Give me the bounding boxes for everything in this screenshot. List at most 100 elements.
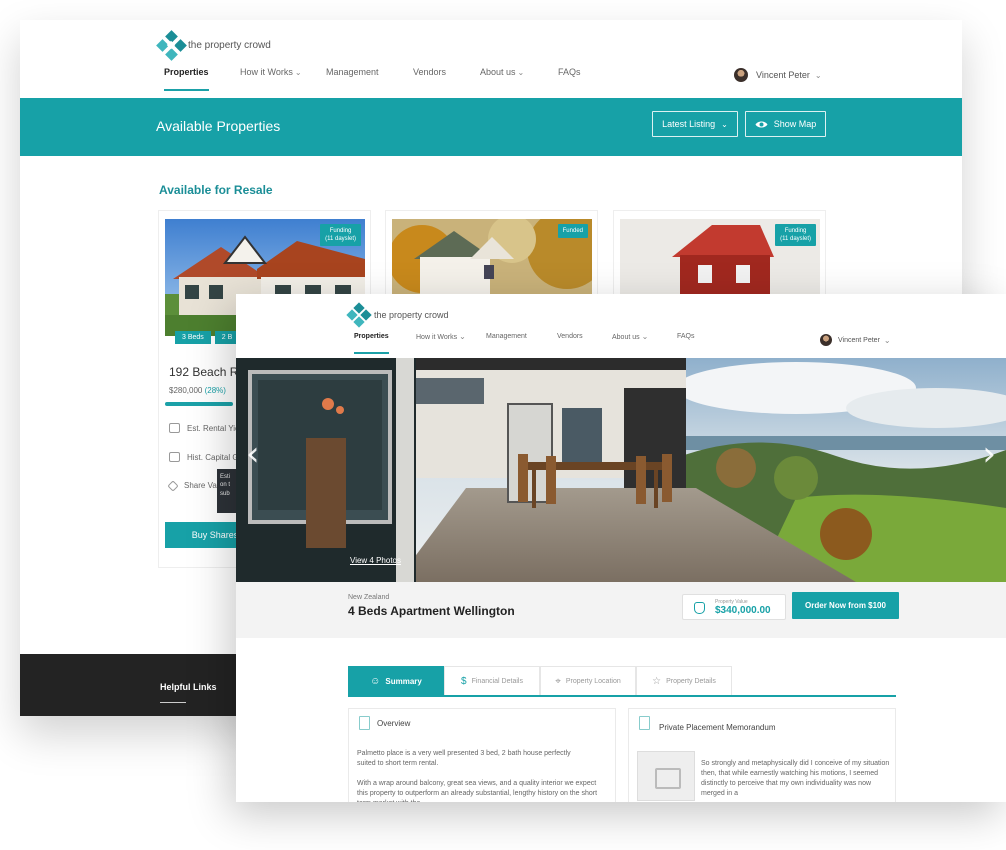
document-icon (639, 716, 650, 730)
chart-icon (169, 423, 180, 433)
brand-name: the property crowd (374, 310, 449, 320)
nav-faqs[interactable]: FAQs (558, 67, 581, 77)
nav-management[interactable]: Management (326, 67, 379, 77)
nav-vendors[interactable]: Vendors (413, 67, 446, 77)
ppm-panel: Private Placement Memorandum So strongly… (628, 708, 896, 802)
overview-paragraph: With a wrap around balcony, great sea vi… (357, 780, 598, 802)
user-name: Vincent Peter (838, 336, 880, 344)
page-banner: Available Properties Latest Listing ⌄ Sh… (20, 98, 962, 156)
tab-property-location[interactable]: ⌖ Property Location (540, 666, 636, 695)
chevron-down-icon: ⌄ (641, 331, 649, 341)
share-value-label: Share Va (184, 481, 217, 490)
property-price: $280,000 (28%) (169, 386, 226, 395)
nav-about-us[interactable]: About us ⌄ (612, 332, 648, 341)
nav-properties[interactable]: Properties (164, 67, 209, 91)
share-value-row: Share Va (167, 479, 217, 492)
hero-photo (236, 358, 1006, 582)
section-title: Available for Resale (159, 183, 273, 197)
map-pin-icon: ⌖ (555, 675, 561, 687)
stage: the property crowd Properties How it Wor… (0, 0, 1006, 850)
tab-summary[interactable]: ☺ Summary (348, 666, 444, 695)
chevron-down-icon: ⌄ (459, 331, 466, 341)
carousel-prev-icon[interactable]: ‹ (246, 434, 260, 474)
user-menu[interactable]: Vincent Peter ⌄ (820, 334, 891, 346)
nav-about-us-label: About us (480, 67, 516, 77)
chevron-down-icon: ⌄ (721, 119, 728, 129)
nav-management[interactable]: Management (486, 333, 527, 340)
badge-label: Funded (562, 228, 583, 234)
hero-image-carousel[interactable]: ‹ › View 4 Photos (236, 358, 1006, 582)
user-name: Vincent Peter (756, 70, 810, 80)
overview-panel: Overview Palmetto place is a very well p… (348, 708, 616, 802)
logo-icon (156, 30, 187, 61)
beds-tag: 3 Beds (175, 331, 211, 344)
detail-tabs: ☺ Summary $ Financial Details ⌖ Property… (348, 666, 896, 697)
sort-dropdown-label: Latest Listing (662, 119, 716, 129)
badge-days: (11 dayslet) (325, 236, 356, 243)
chevron-down-icon: ⌄ (883, 335, 891, 345)
nav-properties[interactable]: Properties (354, 333, 389, 354)
brand-logo[interactable]: the property crowd (346, 302, 449, 328)
eye-icon (755, 121, 768, 127)
nav-how-it-works[interactable]: How it Works ⌄ (416, 332, 466, 341)
tab-summary-label: Summary (385, 676, 422, 686)
rental-yield-row: Est. Rental Yie (169, 423, 239, 433)
funded-badge: Funded (557, 224, 588, 239)
footer-heading: Helpful Links (160, 682, 217, 692)
document-icon (359, 716, 370, 730)
capital-gain-row: Hist. Capital Ga (169, 452, 243, 462)
brand-name: the property crowd (188, 39, 271, 51)
ppm-text: So strongly and metaphysically did I con… (701, 760, 890, 798)
nav-vendors[interactable]: Vendors (557, 333, 583, 340)
avatar (820, 334, 832, 346)
nav-how-it-works-label: How it Works (240, 67, 293, 77)
funded-percent: (28%) (204, 386, 226, 395)
badge-icon-label: Funding (784, 228, 807, 234)
chevron-down-icon: ⌄ (814, 70, 822, 80)
nav-how-it-works[interactable]: How it Works ⌄ (240, 67, 302, 77)
order-now-button[interactable]: Order Now from $100 (792, 592, 899, 619)
funding-badge: Funding (11 dayslet) (320, 224, 361, 247)
dollar-icon: $ (461, 675, 467, 687)
show-map-label: Show Map (773, 119, 817, 129)
nav-faqs[interactable]: FAQs (677, 333, 695, 340)
user-menu[interactable]: Vincent Peter ⌄ (734, 68, 822, 82)
diamond-icon (167, 479, 179, 492)
property-address: 192 Beach Ro (169, 365, 246, 379)
rental-yield-label: Est. Rental Yie (187, 423, 240, 433)
badge-days: (11 dayslet) (780, 236, 811, 243)
badge-icon-label: Funding (329, 228, 352, 234)
property-value-box: Property Value $340,000.00 (682, 594, 786, 620)
tab-property-details[interactable]: ☆ Property Details (636, 666, 732, 695)
property-summary-bar: New Zealand 4 Beds Apartment Wellington … (236, 582, 1006, 638)
funding-progress-bar (165, 402, 233, 406)
avatar (734, 68, 748, 82)
nav-about-us-label: About us (612, 333, 640, 341)
image-placeholder-icon (637, 751, 695, 801)
carousel-next-icon[interactable]: › (982, 434, 996, 474)
overview-title: Overview (377, 719, 411, 728)
star-icon: ☆ (652, 675, 662, 687)
summary-icon: ☺ (370, 675, 381, 687)
page-title: Available Properties (156, 118, 281, 134)
capital-gain-label: Hist. Capital Ga (187, 452, 244, 462)
brand-logo[interactable]: the property crowd (156, 30, 271, 61)
chevron-down-icon: ⌄ (517, 68, 525, 77)
chevron-down-icon: ⌄ (294, 68, 302, 77)
funding-badge: Funding (11 dayslet) (775, 224, 816, 247)
nav-about-us[interactable]: About us ⌄ (480, 67, 524, 77)
nav-how-it-works-label: How it Works (416, 333, 458, 341)
tab-financial-details[interactable]: $ Financial Details (444, 666, 540, 695)
sort-dropdown[interactable]: Latest Listing ⌄ (652, 111, 738, 137)
tab-location-label: Property Location (565, 677, 621, 685)
property-country: New Zealand (348, 594, 390, 601)
property-name: 4 Beds Apartment Wellington (348, 604, 515, 618)
overview-paragraph: Palmetto place is a very well presented … (357, 750, 571, 768)
tab-details-label: Property Details (666, 677, 716, 685)
ppm-title: Private Placement Memorandum (659, 723, 776, 732)
show-map-button[interactable]: Show Map (745, 111, 826, 137)
view-photos-link[interactable]: View 4 Photos (350, 556, 401, 565)
property-value: $340,000.00 (715, 605, 771, 616)
building-icon (169, 452, 180, 462)
property-detail-window: the property crowd Properties How it Wor… (236, 294, 1006, 802)
